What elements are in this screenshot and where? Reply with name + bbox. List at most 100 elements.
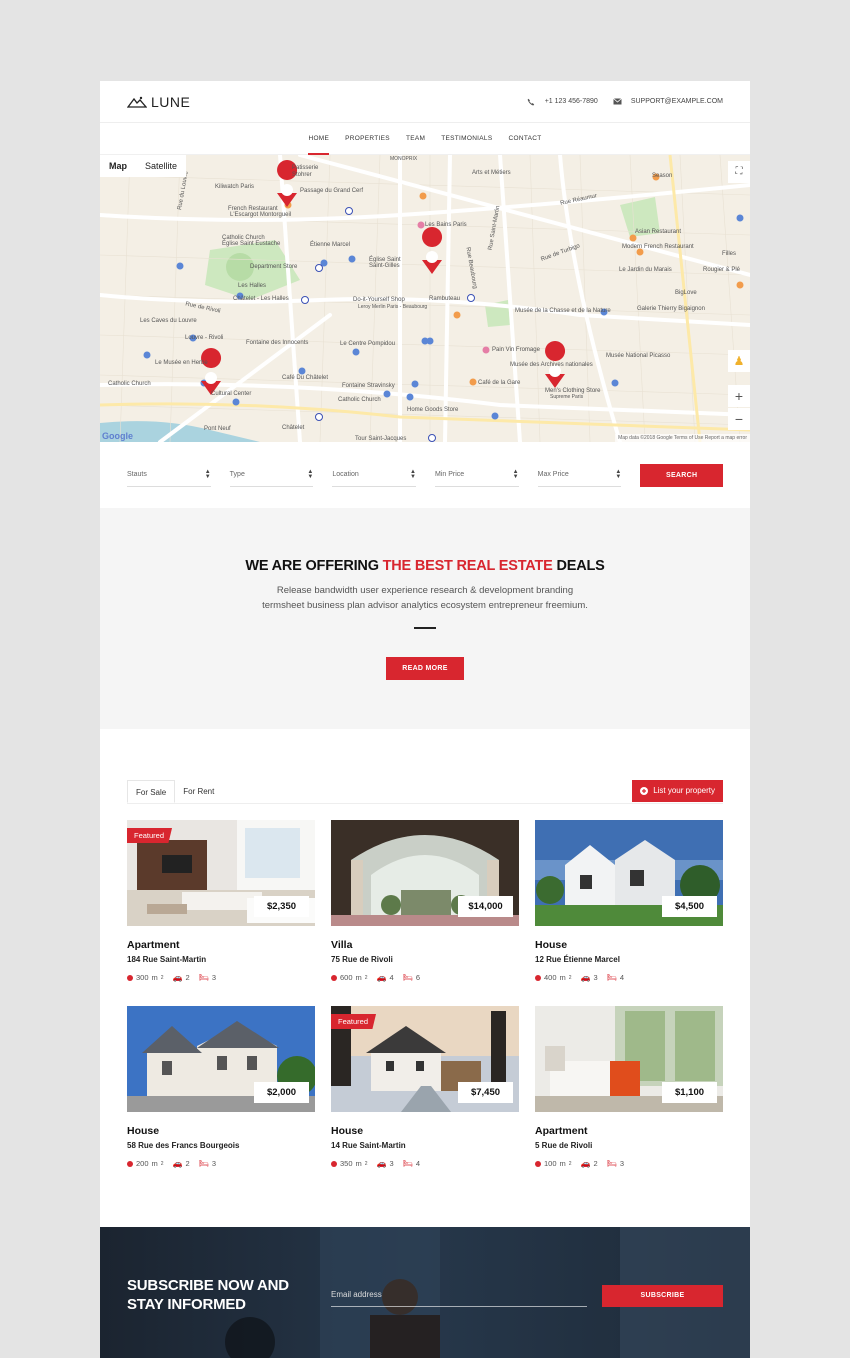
property-card[interactable]: $4,500 House 12 Rue Étienne Marcel 400 m… [535,820,723,1006]
list-property-label: List your property [653,786,715,795]
subscribe-title: SUBSCRIBE NOW AND STAY INFORMED [127,1276,289,1314]
logo-text: LUNE [151,93,191,110]
zoom-in-button[interactable]: + [728,385,750,407]
tab-for-rent[interactable]: For Rent [175,780,222,803]
read-more-button[interactable]: READ MORE [386,657,464,680]
area-feature: 300 m2 [127,973,164,982]
area-icon [331,974,337,981]
map-label: Le Jardin du Marais [619,267,672,273]
property-photo[interactable]: Featured $2,350 [127,820,315,926]
parking-feature: 🚗 3 [581,973,598,982]
phone-contact[interactable]: +1 123 456-7890 [526,96,598,107]
logo[interactable]: LUNE [127,94,190,110]
property-features: 400 m2 🚗 3 🛏 4 [535,973,723,982]
bedroom-value: 3 [211,1159,217,1168]
bedroom-feature: 🛏 4 [403,1159,420,1168]
area-icon [535,974,541,981]
parking-value: 4 [389,973,394,982]
subscribe-button[interactable]: SUBSCRIBE [602,1285,723,1307]
property-photo[interactable]: $1,100 [535,1006,723,1112]
nav-properties[interactable]: PROPERTIES [337,123,398,155]
parking-feature: 🚗 2 [173,1159,190,1168]
fullscreen-icon[interactable]: ⛶ [728,161,750,183]
map-label: Saint-Gilles [369,263,400,269]
email-contact[interactable]: SUPPORT@EXAMPLE.COM [612,96,723,107]
sort-arrows-icon: ▲ ▼ [307,468,314,480]
map-label: Galerie Thierry Bigaignon [637,306,705,312]
property-card[interactable]: $1,100 Apartment 5 Rue de Rivoli 100 m2 … [535,1006,723,1192]
nav-contact[interactable]: CONTACT [500,123,549,155]
location-select[interactable]: Location ▲ ▼ [332,464,416,487]
bed-icon: 🛏 [606,1159,617,1168]
main-nav: HOME PROPERTIES TEAM TESTIMONIALS CONTAC… [100,123,750,155]
property-address: 12 Rue Étienne Marcel [535,955,620,964]
property-photo[interactable]: $14,000 [331,820,519,926]
map-label: Café Du Châtelet [282,375,329,381]
map-label: BigLove [675,290,697,296]
map[interactable]: Patisserie Stohrer Kiliwatch Paris Passa… [100,155,750,442]
parking-value: 3 [389,1159,394,1168]
nav-testimonials[interactable]: TESTIMONIALS [433,123,500,155]
car-icon: 🚗 [580,1159,591,1168]
property-type[interactable]: House [127,1125,315,1137]
map-label: Do-it-Yourself Shop [353,297,405,303]
property-type[interactable]: Villa [331,939,519,951]
area-unit: m [559,973,566,982]
area-feature: 100 m2 [535,1159,572,1168]
tab-for-sale[interactable]: For Sale [127,780,176,803]
property-type[interactable]: Apartment [535,1125,723,1137]
property-type[interactable]: Apartment [127,939,315,951]
area-unit: m [151,1159,158,1168]
max-price-select[interactable]: Max Price ▲ ▼ [537,464,622,487]
parking-feature: 🚗 4 [377,973,394,982]
bedroom-value: 4 [415,1159,421,1168]
property-type[interactable]: House [535,939,723,951]
property-type[interactable]: House [331,1125,519,1137]
property-card[interactable]: Featured $2,350 Apartment 184 Rue Saint-… [127,820,315,1006]
area-icon [127,974,133,981]
zoom-out-button[interactable]: − [728,408,750,430]
bed-icon: 🛏 [606,973,617,982]
status-select[interactable]: Stauts ▲ ▼ [127,464,211,487]
parking-feature: 🚗 3 [377,1159,394,1168]
nav-home[interactable]: HOME [300,123,337,155]
bed-icon: 🛏 [402,1159,413,1168]
map-type-map[interactable]: Map [100,161,136,171]
area-value: 300 [136,973,149,982]
area-feature: 350 m2 [331,1159,368,1168]
map-label: Department Store [250,264,298,270]
location-select-label: Location [332,471,359,478]
subscribe-title-line-2: STAY INFORMED [127,1296,246,1313]
property-photo[interactable]: Featured $7,450 [331,1006,519,1112]
bed-icon: 🛏 [198,973,209,982]
listing-tabs: For Sale For Rent [127,780,222,803]
map-label: Café de la Gare [478,380,521,386]
property-card[interactable]: $2,000 House 58 Rue des Francs Bourgeois… [127,1006,315,1192]
featured-badge: Featured [331,1014,377,1029]
status-select-label: Stauts [127,471,147,478]
car-icon: 🚗 [580,973,591,982]
parking-value: 2 [185,1159,190,1168]
property-card[interactable]: $14,000 Villa 75 Rue de Rivoli 600 m2 🚗 4… [331,820,519,1006]
area-value: 350 [340,1159,353,1168]
search-button[interactable]: SEARCH [640,463,723,487]
map-attribution[interactable]: Map data ©2018 Google Terms of Use Repor… [615,434,750,442]
area-unit: m [355,973,362,982]
email-field[interactable]: Email address [331,1287,587,1307]
nav-team[interactable]: TEAM [398,123,433,155]
property-photo[interactable]: $2,000 [127,1006,315,1112]
list-property-button[interactable]: List your property [632,780,723,802]
min-price-select[interactable]: Min Price ▲ ▼ [434,464,519,487]
pegman-icon[interactable]: ♟ [728,350,750,372]
car-icon: 🚗 [172,973,183,982]
map-label: Cultural Center [211,391,252,397]
car-icon: 🚗 [376,973,387,982]
property-photo[interactable]: $4,500 [535,820,723,926]
intro-title: WE ARE OFFERING THE BEST REAL ESTATE DEA… [100,558,750,574]
map-type-satellite[interactable]: Satellite [136,161,186,171]
property-card[interactable]: Featured $7,450 House 14 Rue Saint-Marti… [331,1006,519,1192]
price-tag: $2,350 [254,896,309,917]
bedroom-value: 3 [619,1159,625,1168]
map-label: Châtelet - Les Halles [233,296,289,302]
type-select[interactable]: Type ▲ ▼ [229,464,314,487]
